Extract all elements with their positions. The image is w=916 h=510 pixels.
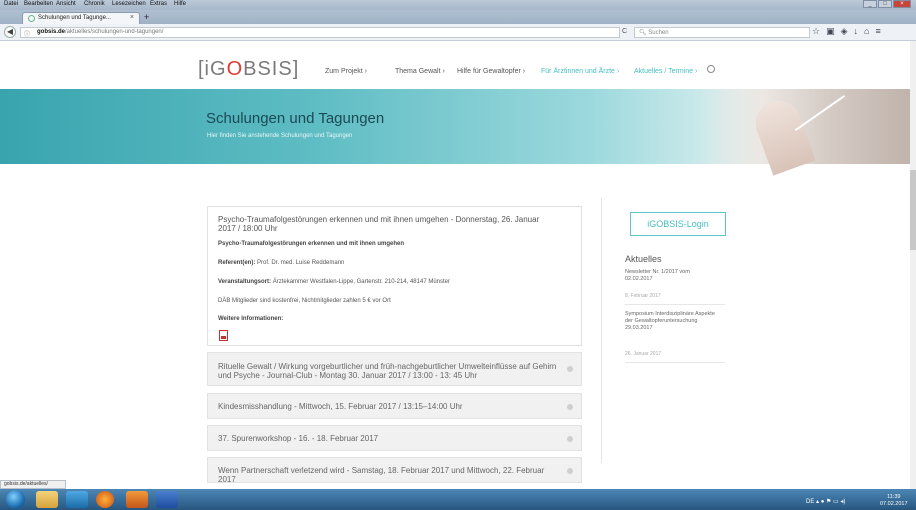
system-tray: DE ▴ ● ⚑ ▭ ◂) [806,499,846,505]
search-placeholder: 🔍︎ Suchen [639,30,669,36]
event-fee: DÄB Mitglieder sind kostenfrei, Nichtmit… [218,298,391,304]
expand-icon[interactable] [567,366,573,372]
clock[interactable]: 11:39 07.02.2017 [880,494,908,508]
home-icon[interactable]: ⌂ [864,26,875,36]
firefox-taskbar-icon[interactable] [96,491,114,508]
expand-icon[interactable] [567,404,573,410]
event-accordion-title[interactable]: Kindesmisshandlung - Mittwoch, 15. Febru… [218,402,563,411]
event-accordion-title[interactable]: 37. Spurenworkshop - 16. - 18. Februar 2… [218,434,563,443]
event-venue: Veranstaltungsort: Ärztekammer Westfalen… [218,279,450,285]
window-controls: _ □ × [862,0,912,8]
maximize-icon[interactable]: □ [878,0,892,8]
close-icon[interactable]: × [893,0,911,8]
pdf-icon[interactable] [219,330,228,341]
word-taskbar-icon[interactable] [156,491,178,508]
browser-search-input[interactable]: 🔍︎ Suchen [634,27,810,38]
nav-thema-gewalt[interactable]: Thema Gewalt › [395,68,445,75]
event-accordion-item[interactable]: Wenn Partnerschaft verletzend wird - Sam… [207,457,582,484]
minimize-icon[interactable]: _ [863,0,877,8]
news-heading: Aktuelles [625,254,662,264]
tab-title: Schulungen und Tagunge... [38,15,111,21]
event-title[interactable]: Psycho-Traumafolgestörungen erkennen und… [218,215,558,233]
news-separator [625,304,725,305]
menu-lesezeichen[interactable]: Lesezeichen [112,1,146,7]
menu-hilfe[interactable]: Hilfe [174,1,186,7]
event-accordion-title[interactable]: Rituelle Gewalt / Wirkung vorgeburtliche… [218,362,563,380]
start-button[interactable] [6,490,25,509]
nav-hilfe-fuer-gewaltopfer[interactable]: Hilfe für Gewaltopfer › [457,68,525,75]
info-icon[interactable]: ⓘ [24,29,30,38]
status-bar: gobsis.de/aktuelles/ [0,480,66,489]
event-card-expanded[interactable]: Psycho-Traumafolgestörungen erkennen und… [207,206,582,346]
event-accordion-item[interactable]: Kindesmisshandlung - Mittwoch, 15. Febru… [207,393,582,419]
event-accordion-title[interactable]: Wenn Partnerschaft verletzend wird - Sam… [218,466,563,484]
reload-icon[interactable]: C [622,28,627,35]
event-more-info-label: Weitere Informationen: [218,316,284,322]
scrollbar-thumb[interactable] [910,170,916,250]
menu-ansicht[interactable]: Ansicht [56,1,76,7]
nav-aktuelles-termine[interactable]: Aktuelles / Termine › [634,68,697,75]
pocket-icon[interactable]: ◈ [841,26,854,36]
menu-extras[interactable]: Extras [150,1,167,7]
news-item-date: 26. Januar 2017 [625,351,662,357]
menu-bearbeiten[interactable]: Bearbeiten [24,1,53,7]
expand-icon[interactable] [567,436,573,442]
sidebar-divider [601,198,602,463]
language-indicator[interactable]: DE [806,499,814,505]
scrollbar[interactable] [910,41,916,489]
browser-menubar: Datei Bearbeiten Ansicht Chronik Lesezei… [0,0,916,10]
url-text: gobsis.de/aktuelles/schulungen-und-tagun… [37,29,164,35]
bookmark-star-icon[interactable]: ☆ [812,26,826,36]
search-icon[interactable] [707,65,715,73]
url-bar[interactable]: ⓘ gobsis.de/aktuelles/schulungen-und-tag… [20,27,620,38]
event-accordion-item[interactable]: 37. Spurenworkshop - 16. - 18. Februar 2… [207,425,582,451]
nav-fuer-aerzte[interactable]: Für Ärztinnen und Ärzte › [541,68,619,75]
back-button[interactable]: ◀ [4,26,16,38]
tab-close-icon[interactable]: × [130,14,134,21]
page-title: Schulungen und Tagungen [206,110,385,127]
news-separator [625,362,725,363]
page-subtitle: Hier finden Sie anstehende Schulungen un… [207,133,353,139]
event-accordion-item[interactable]: Rituelle Gewalt / Wirkung vorgeburtliche… [207,352,582,386]
new-tab-button[interactable]: + [144,12,149,22]
office-taskbar-icon[interactable] [126,491,148,508]
menu-chronik[interactable]: Chronik [84,1,105,7]
explorer-taskbar-icon[interactable] [36,491,58,508]
event-subtitle: Psycho-Traumafolgestörungen erkennen und… [218,241,405,247]
toolbar-icons: ☆▣◈↓⌂≡ [812,26,912,38]
media-player-taskbar-icon[interactable] [66,491,88,508]
browser-tab[interactable]: Schulungen und Tagunge... × [22,12,140,24]
news-item-title[interactable]: Symposium Interdisziplinäre Aspekte der … [625,311,715,332]
loading-icon [28,15,35,22]
expand-icon[interactable] [567,468,573,474]
news-item-title[interactable]: Newsletter Nr. 1/2017 vom 02.02.2017 [625,269,715,283]
news-item-date: 8. Februar 2017 [625,293,661,299]
download-icon[interactable]: ↓ [854,26,865,36]
menu-datei[interactable]: Datei [4,1,18,7]
event-speaker: Referent(en): Prof. Dr. med. Luise Redde… [218,260,345,266]
site-logo[interactable]: [iGOBSIS] [198,58,299,81]
nav-zum-projekt[interactable]: Zum Projekt › [325,68,367,75]
hamburger-menu-icon[interactable]: ≡ [875,26,886,36]
login-button[interactable]: iGOBSIS-Login [630,212,726,236]
reading-list-icon[interactable]: ▣ [826,26,841,36]
